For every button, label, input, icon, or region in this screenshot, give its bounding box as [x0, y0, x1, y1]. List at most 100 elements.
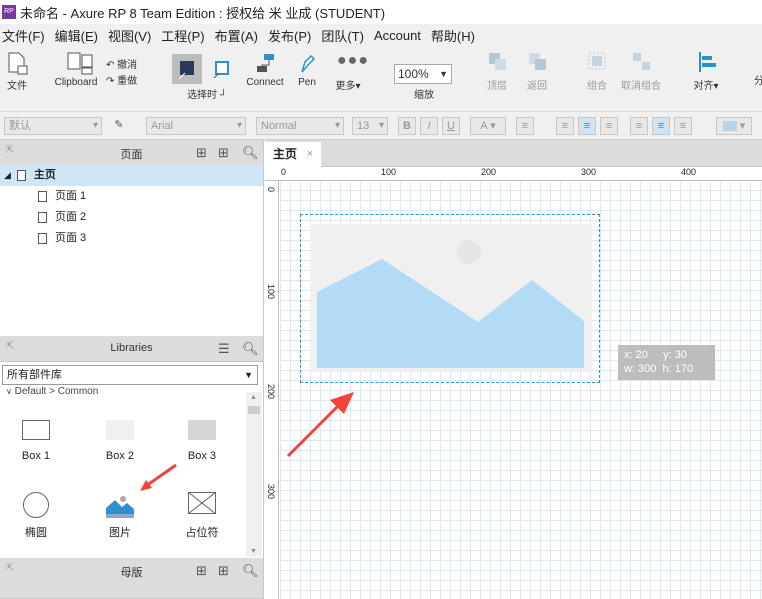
- axure-logo-icon: RP: [2, 5, 16, 19]
- selection-bounding-box[interactable]: [300, 214, 600, 383]
- select-mode-button[interactable]: [172, 54, 202, 84]
- coord-y: y: 30: [663, 349, 687, 361]
- add-folder-icon[interactable]: ⊞: [218, 145, 229, 161]
- ruler-tick-label: 200: [481, 167, 497, 177]
- style-edit-icon[interactable]: ✎: [110, 117, 128, 135]
- library-select[interactable]: 所有部件库: [2, 365, 258, 385]
- ellipse-shape: [23, 492, 49, 518]
- connect-icon: [254, 50, 276, 72]
- font-weight-select[interactable]: Normal: [256, 117, 344, 135]
- page-tree-item[interactable]: 页面 3: [0, 228, 263, 249]
- align-text-left-icon[interactable]: ≡: [556, 117, 574, 135]
- search-icon[interactable]: 🔍︎: [242, 341, 259, 357]
- redo-button[interactable]: ↷ 重做: [106, 72, 146, 87]
- add-folder-icon[interactable]: ⊞: [218, 563, 229, 579]
- menu-team[interactable]: 团队(T): [321, 26, 364, 45]
- font-color-button[interactable]: A ▾: [470, 117, 506, 135]
- scroll-up-icon[interactable]: ▲: [250, 394, 257, 401]
- redo-icon: ↷: [106, 76, 115, 87]
- menu-icon[interactable]: ☰: [218, 341, 230, 357]
- widget-image[interactable]: 图片: [90, 492, 150, 540]
- scroll-down-icon[interactable]: ▼: [250, 548, 257, 555]
- clipboard-button[interactable]: Clipboard: [52, 50, 100, 88]
- widget-box2[interactable]: Box 2: [90, 420, 150, 462]
- style-select[interactable]: 默认: [4, 117, 102, 135]
- connect-button[interactable]: Connect: [246, 50, 284, 88]
- select-contain-icon: [211, 58, 233, 80]
- ruler-tick-label: 0: [266, 187, 276, 193]
- valign-top-icon[interactable]: ≡: [630, 117, 648, 135]
- ruler-tick-label: 200: [266, 384, 276, 400]
- valign-bottom-icon[interactable]: ≡: [674, 117, 692, 135]
- coord-h: h: 170: [662, 363, 694, 375]
- pen-icon: [296, 50, 318, 73]
- more-dots-icon: ●●●: [337, 52, 369, 69]
- zoom-select[interactable]: 100% ▼: [394, 64, 452, 84]
- group-button[interactable]: 组合: [582, 50, 612, 92]
- add-master-icon[interactable]: ⊞: [196, 563, 207, 579]
- distribute-button[interactable]: 分: [752, 72, 762, 87]
- send-back-button[interactable]: 返回: [522, 50, 552, 92]
- widget-ellipse[interactable]: 椭圆: [6, 492, 66, 540]
- italic-button[interactable]: I: [420, 117, 438, 135]
- more-button[interactable]: ●●● 更多▾: [332, 50, 369, 92]
- widget-placeholder[interactable]: 占位符: [172, 491, 232, 540]
- menu-arrange[interactable]: 布置(A): [215, 26, 258, 45]
- bold-button[interactable]: B: [398, 117, 416, 135]
- bring-to-front-button[interactable]: 顶层: [482, 50, 512, 92]
- ruler-tick-label: 100: [266, 284, 276, 300]
- menu-view[interactable]: 视图(V): [108, 26, 151, 45]
- format-toolbar: 默认 ✎ Arial Normal 13 B I U A ▾ ≡ ≡ ≡ ≡ ≡…: [0, 112, 762, 140]
- scroll-thumb[interactable]: [248, 406, 260, 414]
- search-icon[interactable]: 🔍︎: [242, 563, 259, 579]
- page-tree-root[interactable]: ◢ 主页: [0, 165, 263, 186]
- select-contain-button[interactable]: [208, 54, 236, 80]
- undo-button[interactable]: ↶ 撤消: [106, 56, 146, 71]
- library-group-label[interactable]: ∨ Default > Common: [6, 386, 98, 397]
- library-scrollbar[interactable]: ▲ ▼: [246, 392, 262, 557]
- widget-box3[interactable]: Box 3: [172, 420, 232, 462]
- bullet-list-icon[interactable]: ≡: [516, 117, 534, 135]
- pen-button[interactable]: Pen: [294, 50, 320, 88]
- align-left-icon: [695, 50, 717, 72]
- placeholder-icon: [187, 491, 217, 515]
- close-icon[interactable]: ×: [307, 142, 313, 167]
- select-intersect-icon: [176, 58, 198, 80]
- ungroup-icon: [630, 50, 652, 72]
- page-tree-item[interactable]: 页面 1: [0, 186, 263, 207]
- box1-shape: [22, 420, 50, 440]
- title-bar: RP 未命名 - Axure RP 8 Team Edition : 授权给 米…: [0, 0, 762, 24]
- menu-file[interactable]: 文件(F): [2, 26, 45, 45]
- collapse-triangle-icon[interactable]: ◢: [4, 170, 11, 180]
- menu-project[interactable]: 工程(P): [161, 26, 204, 45]
- ungroup-button[interactable]: 取消组合: [618, 50, 664, 92]
- font-select[interactable]: Arial: [146, 117, 246, 135]
- zoom-label: 缩放: [414, 90, 434, 101]
- underline-button[interactable]: U: [442, 117, 460, 135]
- font-size-select[interactable]: 13: [352, 117, 388, 135]
- menu-publish[interactable]: 发布(P): [268, 26, 311, 45]
- widget-box1[interactable]: Box 1: [6, 420, 66, 462]
- main-toolbar: 文件 Clipboard ↶ 撤消 ↷ 重做 选择时 ┘ Connect Pen…: [0, 46, 762, 112]
- align-button[interactable]: 对齐▾: [688, 50, 724, 92]
- page-icon: [16, 169, 26, 181]
- tab-home[interactable]: 主页 ×: [265, 142, 321, 167]
- fill-color-button[interactable]: ▾: [716, 117, 752, 135]
- ruler-tick-label: 300: [581, 167, 597, 177]
- chevron-down-icon: ▼: [439, 69, 448, 79]
- file-button[interactable]: 文件: [4, 50, 30, 92]
- menu-edit[interactable]: 编辑(E): [55, 26, 98, 45]
- menu-account[interactable]: Account: [374, 28, 421, 43]
- horizontal-ruler: 0 100 200 300 400: [265, 167, 762, 181]
- ruler-tick-label: 0: [281, 167, 287, 177]
- valign-middle-icon[interactable]: ≡: [652, 117, 670, 135]
- left-panel: ⇱ 页面 ⊞ ⊞ 🔍︎ ◢ 主页 页面 1 页面 2 页面 3 ⇱ Librari…: [0, 140, 264, 599]
- menu-help[interactable]: 帮助(H): [431, 26, 475, 45]
- libraries-panel-header: ⇱ Libraries ☰ 🔍︎: [0, 336, 263, 362]
- search-icon[interactable]: 🔍︎: [242, 145, 259, 161]
- red-arrow-annotation-small: [140, 463, 177, 491]
- align-text-center-icon[interactable]: ≡: [578, 117, 596, 135]
- add-page-icon[interactable]: ⊞: [196, 145, 207, 161]
- align-text-right-icon[interactable]: ≡: [600, 117, 618, 135]
- page-tree-item[interactable]: 页面 2: [0, 207, 263, 228]
